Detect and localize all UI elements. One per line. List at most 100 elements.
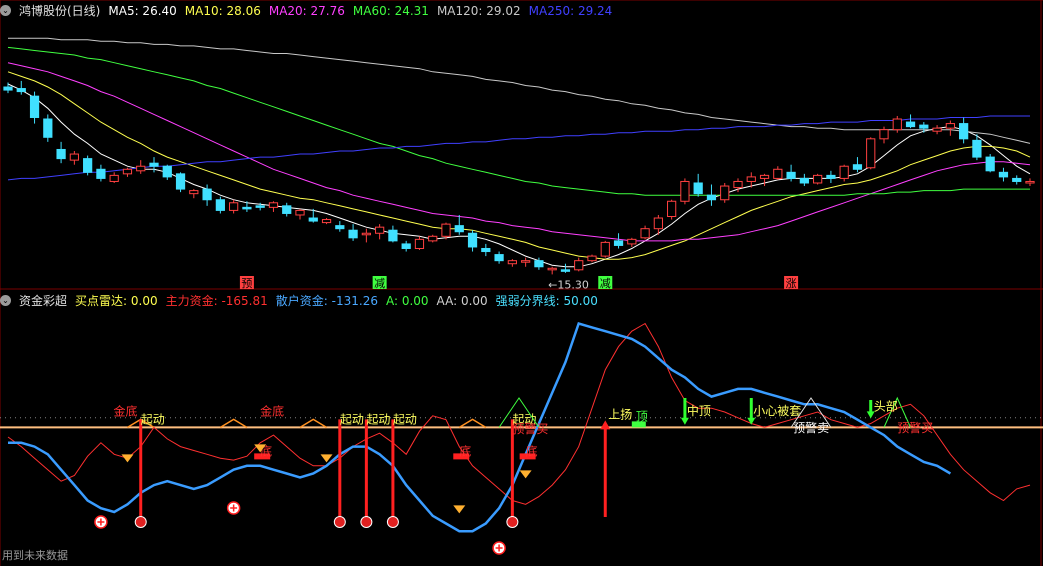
signal-marker: 涨: [786, 277, 797, 290]
ma-legend-item: MA120: 29.02: [436, 4, 521, 18]
ma-legend-item: MA10: 28.06: [184, 4, 261, 18]
start-signal-label: 起动: [141, 412, 165, 426]
candle-body: [69, 153, 79, 161]
candle-body: [560, 269, 571, 272]
candle-body: [985, 156, 995, 172]
candle-body: [467, 232, 478, 248]
candle-body: [242, 206, 252, 210]
candle-body: [441, 223, 451, 237]
ma-legend-item: MA20: 27.76: [268, 4, 345, 18]
candle-body: [773, 168, 783, 179]
indicator-legend-item: A: 0.00: [385, 294, 429, 308]
candle-body: [640, 228, 650, 239]
candle-body: [693, 182, 703, 195]
start-signal-ball: [386, 516, 399, 528]
candle-body: [3, 86, 13, 91]
candle-body: [348, 229, 358, 239]
start-signal-label: 起动: [340, 412, 364, 426]
candle-body: [29, 95, 40, 118]
candle-body: [215, 199, 225, 211]
candle-body: [866, 138, 876, 169]
top-signal-label: 顶: [636, 409, 648, 423]
candle-body: [706, 194, 717, 201]
ma-line-ma5: [7, 83, 1031, 268]
down-arrow-icon: [680, 417, 689, 425]
ma-line-ma20: [7, 62, 1031, 242]
diamond-icon: [453, 505, 466, 514]
signal-marker: 预: [241, 277, 252, 290]
candle-body: [932, 127, 942, 132]
indicator-legend-item: 买点雷达: 0.00: [75, 294, 158, 308]
gold-bottom-label: 金底: [113, 403, 137, 418]
candle-body: [680, 180, 690, 202]
candle-body: [1012, 177, 1022, 182]
candle-body: [733, 180, 743, 189]
indicator-legend-item: AA: 0.00: [436, 294, 488, 308]
candle-body: [786, 171, 796, 179]
ma-legend: MA5: 26.40 MA10: 28.06 MA20: 27.76 MA60: 24…: [108, 4, 620, 18]
diamond-icon: [121, 454, 134, 463]
candle-body: [905, 121, 916, 128]
rise-signal-label: 上扬: [608, 406, 632, 421]
main-chart-header: ⌄ 鸿博股份(日线) MA5: 26.40 MA10: 28.06 MA20: 27.7…: [0, 2, 628, 20]
candle-body: [268, 202, 279, 208]
ma-line-ma10: [7, 71, 1031, 260]
candle-body: [839, 165, 849, 179]
candle-body: [826, 174, 836, 179]
indicator-legend-item: 散户资金: -131.26: [275, 294, 378, 308]
candle-body: [945, 123, 955, 129]
candle-body: [919, 124, 929, 129]
start-signal-ball: [134, 516, 147, 528]
candle-body: [547, 267, 557, 271]
candle-body: [879, 129, 889, 140]
stock-chart[interactable]: ←15.30预减减涨起动 起动 起动 起动 起动金底 金底底底底上扬顶中顶 小心被套预警买预…: [0, 0, 1043, 566]
ma-line-ma60: [7, 46, 1030, 196]
candle-body: [507, 260, 517, 265]
chevron-down-icon[interactable]: ⌄: [0, 5, 11, 16]
candle-body: [202, 188, 212, 201]
candle-body: [892, 118, 902, 131]
ma-line-ma120: [8, 37, 1031, 144]
candle-body: [454, 225, 464, 233]
buy-warning-label: 预警买: [512, 421, 548, 436]
candle-body: [813, 174, 823, 184]
candle-body: [308, 217, 318, 222]
candle-body: [759, 174, 770, 179]
candle-body: [852, 164, 863, 170]
candle-body: [972, 139, 982, 158]
candle-body: [667, 200, 677, 217]
diamond-icon: [519, 470, 532, 479]
candle-body: [587, 255, 597, 262]
candle-body: [414, 238, 425, 249]
chevron-down-icon[interactable]: ⌄: [0, 295, 11, 306]
candle-body: [720, 185, 730, 201]
stock-name: 鸿博股份(日线): [19, 4, 101, 18]
candle-body: [295, 209, 305, 216]
candle-body: [136, 165, 146, 172]
candle-body: [361, 232, 371, 236]
start-signal-ball: [506, 516, 519, 528]
start-signal-label: 起动: [366, 412, 390, 426]
candle-body: [600, 241, 610, 257]
candle-body: [282, 205, 292, 214]
candle-body: [799, 177, 809, 184]
candle-body: [16, 88, 26, 93]
candle-body: [998, 171, 1009, 178]
indicator-legend-item: 强弱分界线: 50.00: [495, 294, 598, 308]
ma-line-ma250: [7, 115, 1030, 181]
candle-body: [162, 165, 172, 178]
indicator-header: ⌄ 资金彩超 买点雷达: 0.00 主力资金: -165.81 散户资金: -131.2…: [0, 292, 614, 310]
candle-body: [43, 118, 53, 138]
candle-body: [321, 219, 332, 224]
bottom-signal-label: 底: [459, 443, 471, 458]
sell-warning-label: 预警卖: [793, 420, 829, 435]
candle-body: [149, 162, 159, 167]
candle-body: [521, 260, 531, 263]
candle-body: [574, 260, 584, 271]
sell-signal-label: 小心被套: [753, 404, 801, 418]
candle-body: [375, 226, 385, 234]
indicator-legend: 买点雷达: 0.00 主力资金: -165.81 散户资金: -131.26 A: 0…: [75, 294, 606, 308]
candle-body: [83, 158, 93, 173]
candle-body: [481, 247, 491, 253]
candle-body: [401, 243, 411, 249]
